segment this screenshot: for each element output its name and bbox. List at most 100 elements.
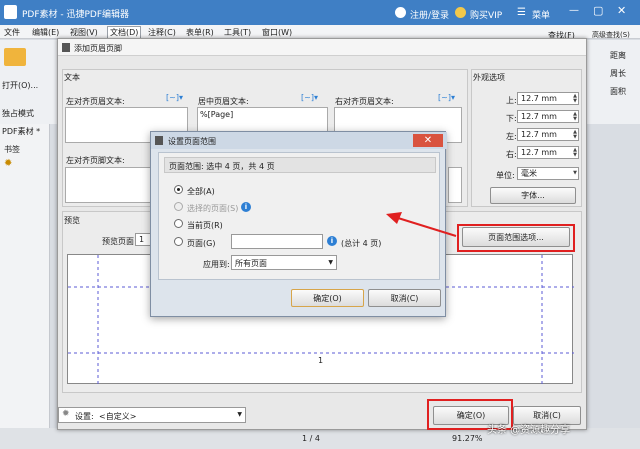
pages-input[interactable] — [231, 234, 323, 249]
font-button[interactable]: 字体... — [490, 187, 576, 204]
chevron-down-icon: ▼ — [237, 411, 242, 418]
app-logo-icon — [4, 5, 17, 19]
radio-pages[interactable] — [174, 237, 183, 246]
bookmarks-label[interactable]: 书签 — [4, 144, 20, 155]
info-icon[interactable]: i — [241, 202, 251, 212]
user-icon[interactable] — [395, 7, 406, 18]
settings-gear-icon[interactable]: ✹ — [4, 158, 12, 169]
margin-left-label: 左: — [506, 132, 517, 141]
preview-page-value: 1 — [139, 235, 145, 244]
modal-titlebar: 设置页面范围 ✕ — [151, 132, 447, 149]
radio-pages-label[interactable]: 页面(G) — [187, 238, 215, 249]
margin-right-input[interactable]: 12.7 mm ▲ ▼ — [517, 146, 579, 159]
menu-window[interactable]: 窗口(W) — [262, 27, 292, 38]
menu-view[interactable]: 视图(V) — [70, 27, 98, 38]
preview-page-number: 1 — [318, 356, 324, 365]
margin-right-value: 12.7 mm — [521, 148, 557, 157]
spin-arrows-icon[interactable]: ▲ ▼ — [573, 94, 577, 104]
page-display[interactable]: 1 / 4 — [302, 434, 320, 443]
menu-tools[interactable]: 工具(T) — [224, 27, 251, 38]
settings-gear-icon: ✹ — [62, 409, 70, 419]
zoom-level[interactable]: 91.27% — [452, 434, 483, 443]
radio-selected-label: 选择的页面(S) — [187, 204, 239, 213]
radio-all[interactable] — [174, 185, 183, 194]
unit-value: 毫米 — [521, 169, 537, 178]
page-range-modal: 设置页面范围 ✕ 页面范围: 选中 4 页，共 4 页 全部(A) 选择的页面(… — [150, 131, 447, 317]
open-button[interactable]: 打开(O)... — [2, 80, 38, 91]
apply-to-value: 所有页面 — [235, 259, 267, 268]
area-tool[interactable]: 面积 — [610, 86, 626, 97]
chevron-down-icon: ▼ — [328, 259, 333, 266]
right-header-insert-icon[interactable]: [~]▾ — [438, 93, 455, 102]
apply-to-select[interactable]: 所有页面 ▼ — [231, 255, 337, 270]
spin-arrows-icon[interactable]: ▲ ▼ — [573, 148, 577, 158]
radio-current[interactable] — [174, 219, 183, 228]
vip-button[interactable]: 购买VIP — [470, 8, 502, 21]
margin-left-value: 12.7 mm — [521, 130, 557, 139]
login-link[interactable]: 注册/登录 — [410, 8, 449, 21]
left-header-insert-icon[interactable]: [~]▾ — [166, 93, 183, 102]
chevron-down-icon[interactable]: ▼ — [573, 171, 577, 176]
close-icon[interactable]: ✕ — [413, 134, 443, 147]
modal-cancel-button[interactable]: 取消(C) — [368, 289, 441, 307]
margin-top-label: 上: — [506, 96, 517, 105]
settings-label: 设置: — [75, 412, 94, 421]
left-footer-label: 左对齐页脚文本: — [66, 156, 125, 165]
range-info-bar: 页面范围: 选中 4 页，共 4 页 — [164, 157, 436, 173]
minimize-icon[interactable]: — — [569, 5, 579, 16]
menu-icon[interactable]: ☰ — [517, 7, 526, 18]
modal-body: 页面范围: 选中 4 页，共 4 页 全部(A) 选择的页面(S) i 当前页(… — [158, 152, 440, 280]
radio-current-label[interactable]: 当前页(R) — [187, 220, 223, 231]
menu-bar: 文件 编辑(E) 视图(V) 文档(D) 注释(C) 表单(R) 工具(T) 窗… — [0, 25, 640, 39]
left-header-label: 左对齐页眉文本: — [66, 97, 125, 106]
preview-page-label: 预览页面 — [102, 237, 134, 246]
right-header-label: 右对齐页眉文本: — [335, 97, 394, 106]
document-tab[interactable]: PDF素材 * — [2, 126, 40, 137]
app-title: PDF素材 - 迅捷PDF编辑器 — [22, 10, 130, 20]
app-titlebar: PDF素材 - 迅捷PDF编辑器 注册/登录 购买VIP ☰ 菜单 — ▢ ✕ — [0, 0, 640, 25]
range-info-text: 页面范围: 选中 4 页，共 4 页 — [169, 162, 275, 171]
modal-icon — [155, 136, 163, 145]
right-footer-text[interactable] — [448, 167, 462, 203]
center-header-label: 居中页眉文本: — [198, 97, 249, 106]
unit-label: 单位: — [496, 171, 515, 180]
preview-group-label: 预览 — [64, 216, 80, 225]
menu-form[interactable]: 表单(R) — [186, 27, 214, 38]
margin-bottom-value: 12.7 mm — [521, 112, 557, 121]
total-pages-label: (总计 4 页) — [341, 239, 382, 248]
highlight-page-range-button — [457, 224, 575, 252]
advanced-find-button[interactable]: 高级查找(S) — [592, 30, 630, 40]
modal-ok-button[interactable]: 确定(O) — [291, 289, 364, 307]
margin-top-input[interactable]: 12.7 mm ▲ ▼ — [517, 92, 579, 105]
open-folder-icon[interactable] — [4, 48, 26, 66]
text-group-label: 文本 — [64, 73, 80, 82]
apply-to-label: 应用到: — [203, 260, 230, 269]
appearance-group-label: 外观选项 — [473, 73, 505, 82]
distance-tool[interactable]: 距离 — [610, 50, 626, 61]
center-header-insert-icon[interactable]: [~]▾ — [301, 93, 318, 102]
menu-file[interactable]: 文件 — [4, 27, 20, 38]
unit-select[interactable]: 毫米 ▼ — [517, 167, 579, 180]
modal-title: 设置页面范围 — [168, 137, 216, 146]
perimeter-tool[interactable]: 周长 — [610, 68, 626, 79]
menu-button[interactable]: 菜单 — [532, 8, 550, 21]
dialog-icon — [62, 43, 70, 52]
standalone-mode-button[interactable]: 独占模式 — [2, 108, 34, 119]
margin-right-label: 右: — [506, 150, 517, 159]
dialog-titlebar: 添加页眉页脚 — [58, 39, 586, 56]
menu-edit[interactable]: 编辑(E) — [32, 27, 59, 38]
info-icon[interactable]: i — [327, 236, 337, 246]
spin-arrows-icon[interactable]: ▲ ▼ — [573, 130, 577, 140]
vip-icon[interactable] — [455, 7, 466, 18]
close-icon[interactable]: ✕ — [617, 4, 626, 17]
left-footer-text[interactable] — [65, 167, 155, 203]
watermark-text: 头条 @资源趣分享 — [487, 425, 571, 436]
margin-bottom-input[interactable]: 12.7 mm ▲ ▼ — [517, 110, 579, 123]
left-panel: PDF素材 * 书签 ✹ — [0, 124, 50, 449]
margin-left-input[interactable]: 12.7 mm ▲ ▼ — [517, 128, 579, 141]
menu-comment[interactable]: 注释(C) — [148, 27, 176, 38]
settings-combo[interactable]: ✹ 设置: <自定义> ▼ — [58, 407, 246, 423]
maximize-icon[interactable]: ▢ — [593, 4, 603, 17]
radio-all-label[interactable]: 全部(A) — [187, 186, 215, 197]
spin-arrows-icon[interactable]: ▲ ▼ — [573, 112, 577, 122]
